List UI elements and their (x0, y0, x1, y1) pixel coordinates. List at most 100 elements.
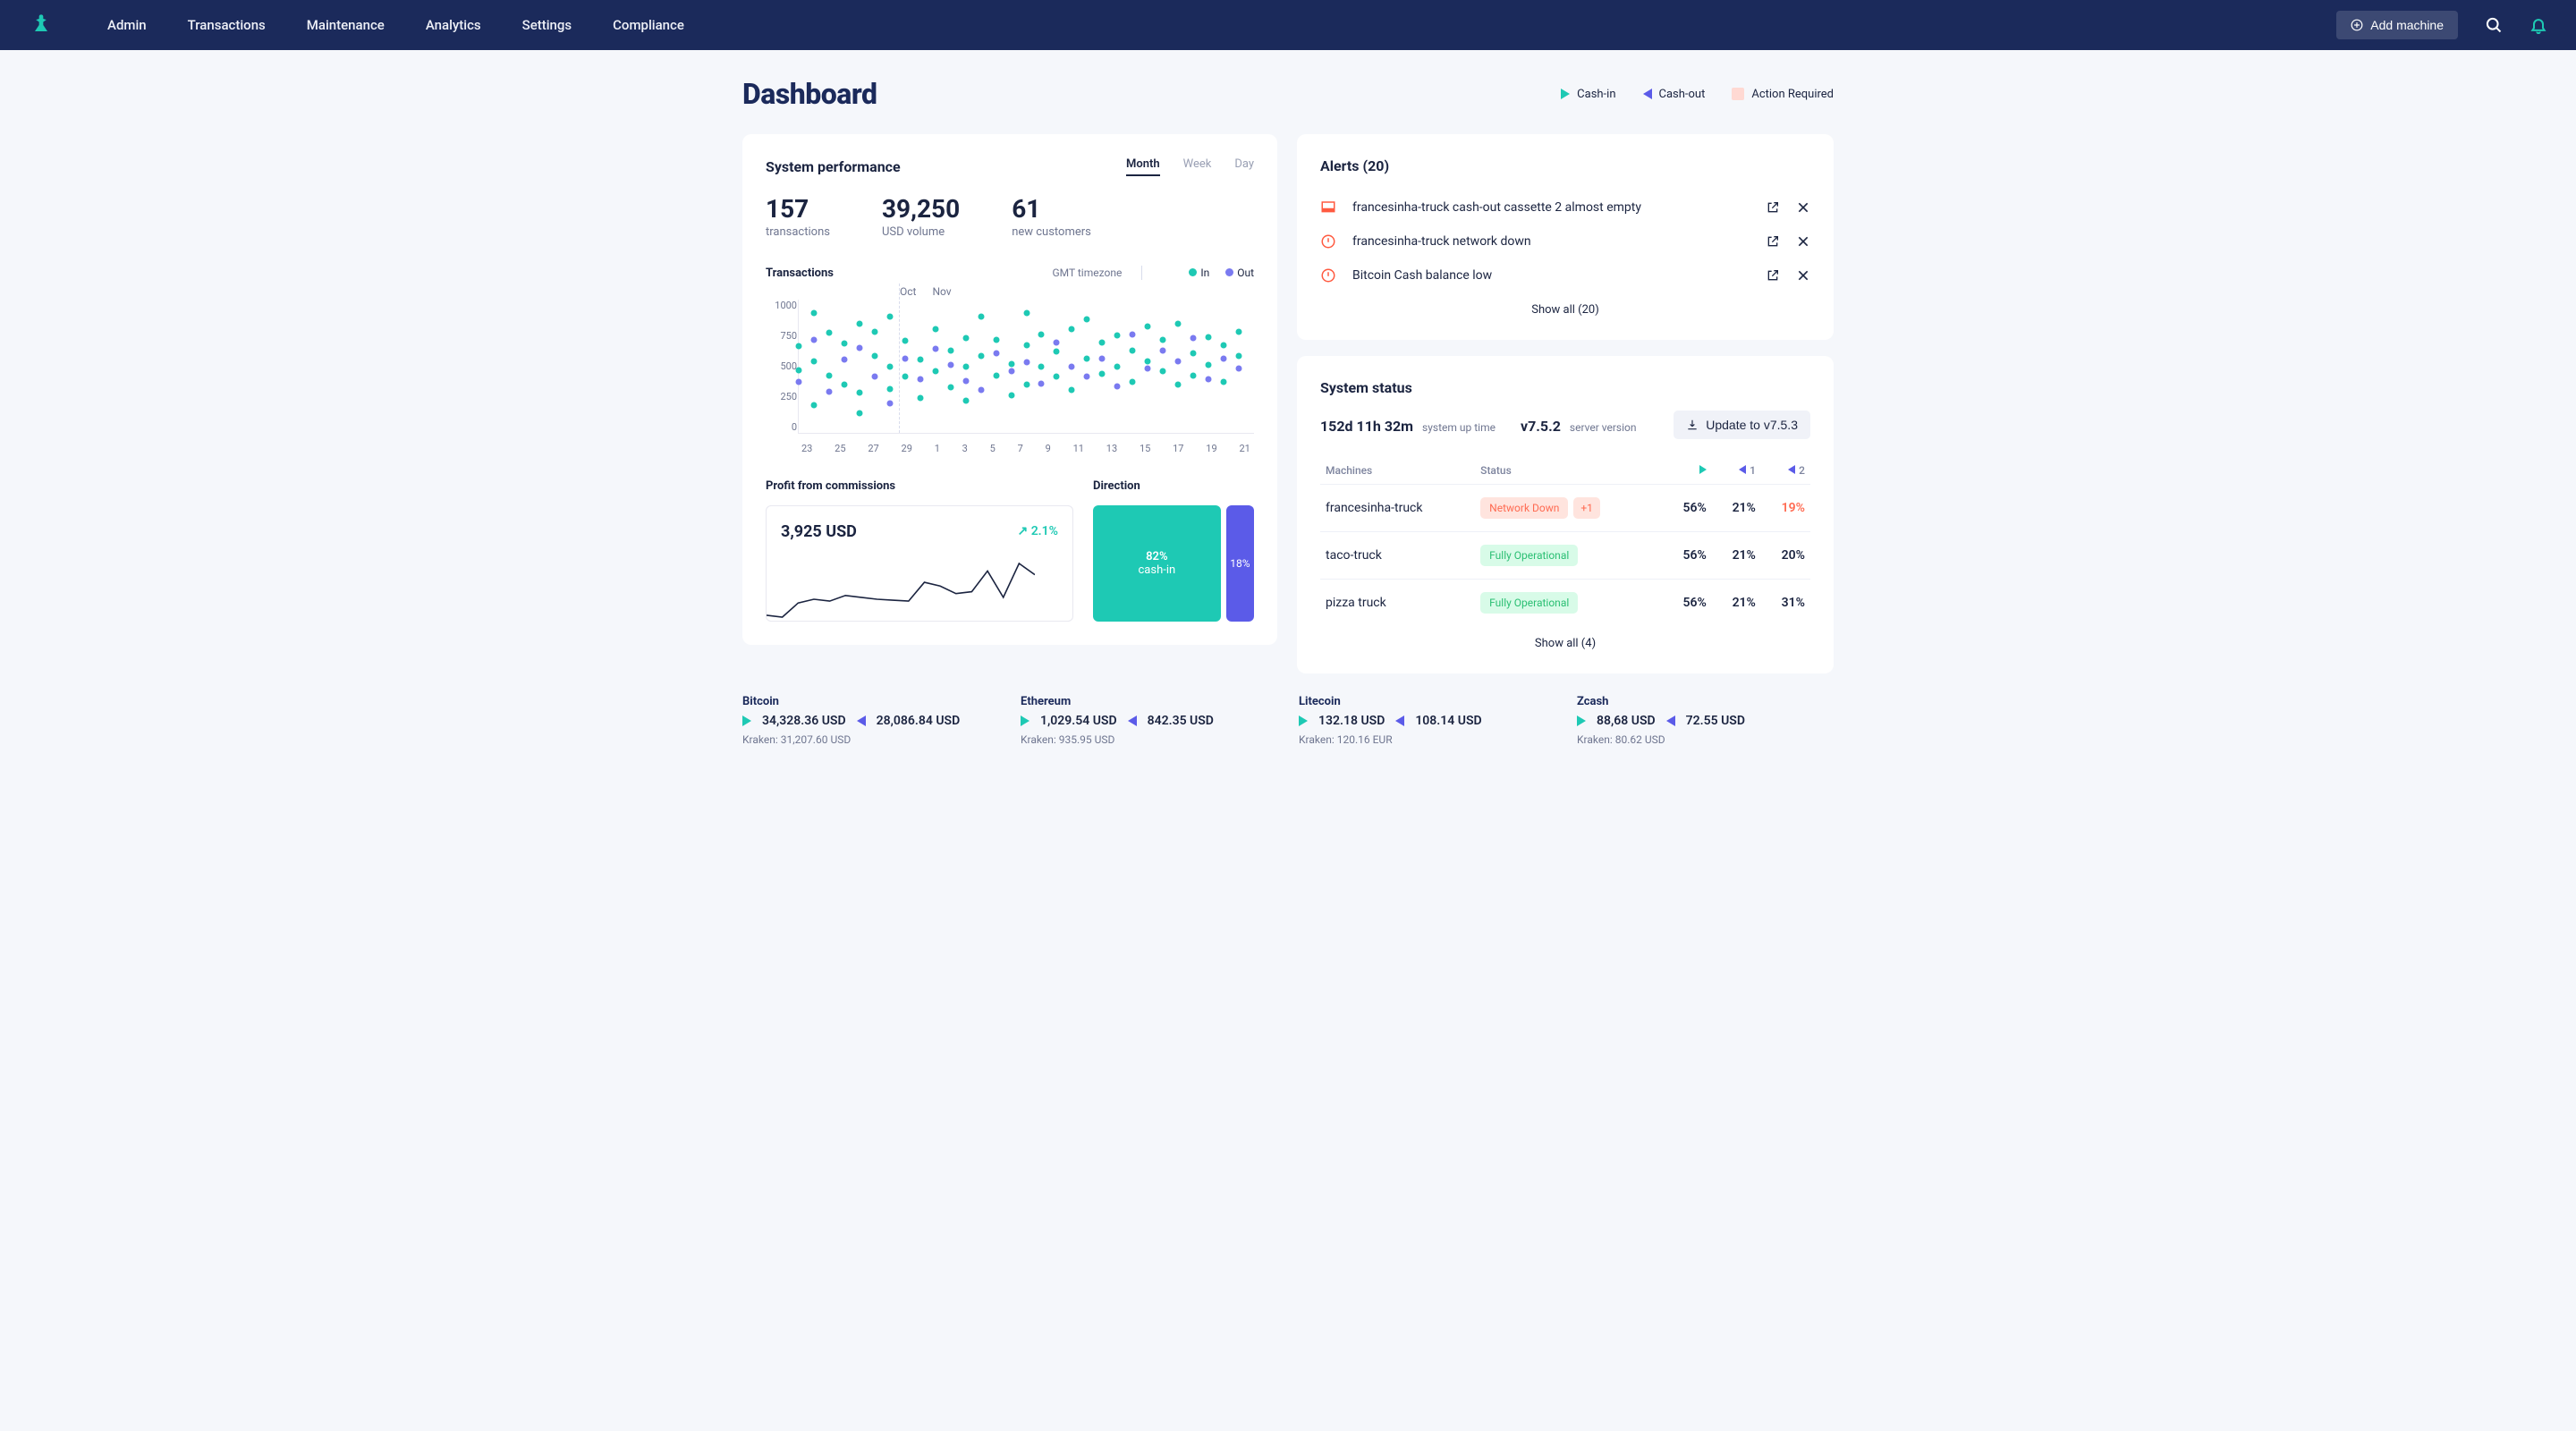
profit-sparkline (767, 556, 1035, 621)
stat-value: 157 (766, 194, 830, 224)
ticker-in: 1,029.54 USD (1040, 714, 1117, 728)
triangle-in-icon (1299, 716, 1308, 726)
pct-out-1: 21% (1712, 580, 1761, 627)
cassette-icon (1320, 199, 1336, 216)
th-status: Status (1475, 457, 1663, 485)
ticker-sub: Kraken: 935.95 USD (1021, 733, 1277, 746)
triangle-in-icon (742, 716, 751, 726)
ticker-ethereum: Ethereum 1,029.54 USD 842.35 USD Kraken: 93… (1021, 695, 1277, 746)
nav-item-settings[interactable]: Settings (522, 17, 572, 33)
top-navbar: Admin Transactions Maintenance Analytics Set… (0, 0, 2576, 50)
alert-text: Bitcoin Cash balance low (1352, 268, 1750, 283)
ticker-in: 88,68 USD (1597, 714, 1656, 728)
dot-in-icon (1189, 268, 1197, 276)
ticker-bitcoin: Bitcoin34,328.36 USD28,086.84 USDKraken:… (742, 695, 999, 746)
triangle-out-icon (1788, 465, 1795, 474)
close-icon[interactable] (1796, 234, 1810, 249)
ticker-sub: Kraken: 31,207.60 USD (742, 733, 999, 746)
ticker-in: 132.18 USD (1318, 714, 1385, 728)
chart-legend-in: In (1189, 267, 1209, 279)
transactions-scatter-chart: 10007505002500 (798, 300, 1254, 434)
stat-value: 61 (1012, 194, 1091, 224)
nav-item-analytics[interactable]: Analytics (426, 17, 481, 33)
transactions-chart-title: Transactions (766, 267, 834, 280)
legend-cash-in: Cash-in (1561, 88, 1615, 101)
alert-text: francesinha-truck cash-out cassette 2 al… (1352, 200, 1750, 215)
page-header: Dashboard Cash-in Cash-out Action Requir… (742, 77, 1834, 111)
triangle-out-icon (1666, 716, 1675, 726)
status-badge: Network Down (1480, 497, 1568, 519)
external-link-icon[interactable] (1766, 234, 1780, 249)
pct-out-1: 21% (1712, 485, 1761, 532)
direction-box: 82% cash-in 18% (1093, 505, 1254, 622)
pct-in: 56% (1663, 580, 1712, 627)
close-icon[interactable] (1796, 200, 1810, 215)
alerts-title: Alerts (20) (1320, 157, 1810, 174)
machines-table: Machines Status 1 2 francesinha-truckNet… (1320, 457, 1810, 626)
pct-in: 56% (1663, 485, 1712, 532)
legend-cash-out: Cash-out (1643, 88, 1706, 101)
triangle-in-icon (1577, 716, 1586, 726)
triangle-out-icon (1128, 716, 1137, 726)
table-row[interactable]: taco-truckFully Operational56%21%20% (1320, 532, 1810, 580)
dot-out-icon (1225, 268, 1233, 276)
bell-icon[interactable] (2529, 16, 2547, 34)
nav-item-maintenance[interactable]: Maintenance (307, 17, 385, 33)
system-performance-card: System performance MonthWeekDay 157trans… (742, 134, 1277, 645)
external-link-icon[interactable] (1766, 268, 1780, 283)
version-label: server version (1570, 421, 1637, 434)
alert-row: francesinha-truck network down (1320, 224, 1810, 258)
triangle-in-icon (1699, 465, 1707, 474)
triangle-out-icon (857, 716, 866, 726)
ticker-out: 842.35 USD (1148, 714, 1214, 728)
alert-row: Bitcoin Cash balance low (1320, 258, 1810, 292)
nav-item-compliance[interactable]: Compliance (613, 17, 684, 33)
alert-circle-icon (1320, 267, 1336, 284)
triangle-in-icon (1021, 716, 1030, 726)
stat-label: transactions (766, 225, 830, 239)
nav-item-admin[interactable]: Admin (107, 17, 147, 33)
machine-name: pizza truck (1320, 580, 1475, 627)
triangle-in-icon (1561, 89, 1570, 99)
machine-name: francesinha-truck (1320, 485, 1475, 532)
update-button[interactable]: Update to v7.5.3 (1674, 411, 1810, 439)
ticker-out: 28,086.84 USD (877, 714, 961, 728)
ticker-litecoin: Litecoin132.18 USD108.14 USDKraken: 120.… (1299, 695, 1555, 746)
square-action-icon (1732, 88, 1744, 100)
alerts-show-all[interactable]: Show all (20) (1320, 303, 1810, 317)
triangle-out-icon (1739, 465, 1746, 474)
alert-text: francesinha-truck network down (1352, 234, 1750, 249)
legend-action-required: Action Required (1732, 88, 1834, 101)
triangle-out-icon (1395, 716, 1404, 726)
ticker-out: 72.55 USD (1686, 714, 1745, 728)
ticker-sub: Kraken: 80.62 USD (1577, 733, 1834, 746)
ticker-name: Ethereum (1021, 695, 1277, 708)
search-icon[interactable] (2485, 16, 2503, 34)
page-title: Dashboard (742, 77, 877, 111)
nav-item-transactions[interactable]: Transactions (188, 17, 266, 33)
status-show-all[interactable]: Show all (4) (1320, 637, 1810, 650)
table-row[interactable]: francesinha-truckNetwork Down+156%21%19% (1320, 485, 1810, 532)
system-status-title: System status (1320, 379, 1810, 396)
direction-title: Direction (1093, 479, 1254, 493)
table-row[interactable]: pizza truckFully Operational56%21%31% (1320, 580, 1810, 627)
plus-circle-icon (2351, 19, 2363, 31)
status-extra-badge: +1 (1573, 497, 1600, 519)
period-tab-month[interactable]: Month (1126, 157, 1160, 176)
add-machine-button[interactable]: Add machine (2336, 11, 2458, 39)
logo-icon (29, 13, 54, 38)
version-value: v7.5.2 (1521, 418, 1561, 435)
ticker-name: Zcash (1577, 695, 1834, 708)
direction-in: 82% cash-in (1093, 505, 1221, 622)
status-badge: Fully Operational (1480, 545, 1578, 566)
chart-legend-out: Out (1225, 267, 1254, 279)
period-tab-week[interactable]: Week (1183, 157, 1212, 176)
pct-out-1: 21% (1712, 532, 1761, 580)
download-icon (1686, 419, 1699, 431)
uptime-label: system up time (1422, 421, 1496, 434)
close-icon[interactable] (1796, 268, 1810, 283)
alert-circle-icon (1320, 233, 1336, 250)
period-tab-day[interactable]: Day (1234, 157, 1254, 176)
stat-label: USD volume (882, 225, 960, 239)
external-link-icon[interactable] (1766, 200, 1780, 215)
